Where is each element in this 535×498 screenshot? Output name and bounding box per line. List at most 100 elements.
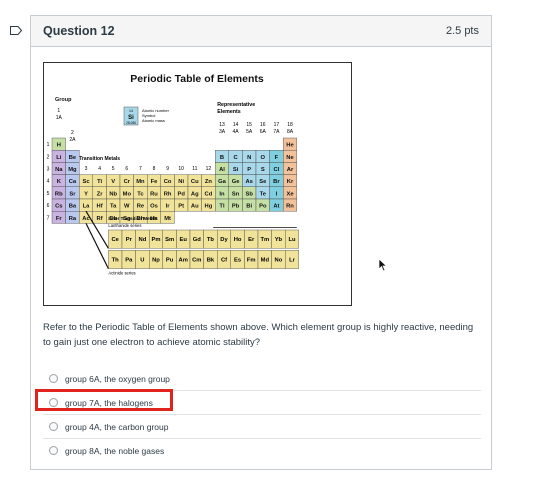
group-number: 13 (219, 122, 225, 128)
element-symbol: Os (150, 204, 158, 210)
element-symbol: Ce (111, 237, 119, 243)
group-number: 5 (112, 166, 115, 172)
element-symbol: Pr (126, 237, 133, 243)
element-symbol: Mn (136, 179, 145, 185)
element-symbol: F (275, 155, 279, 161)
element-symbol: Al (219, 167, 225, 173)
element-symbol: Yb (275, 237, 283, 243)
answer-list: group 6A, the oxygen group group 7A, the … (35, 367, 481, 462)
answer-option[interactable]: group 6A, the oxygen group (43, 367, 481, 390)
element-symbol: Eu (179, 237, 187, 243)
element-symbol: Er (248, 237, 255, 243)
element-symbol: Bi (246, 204, 252, 210)
radio-button[interactable] (49, 422, 58, 431)
element-symbol: Ru (150, 191, 158, 197)
element-symbol: At (273, 204, 279, 210)
element-symbol: Sn (232, 191, 240, 197)
element-symbol: Fr (56, 216, 63, 222)
element-symbol: No (275, 257, 283, 263)
element-symbol: Cl (273, 167, 279, 173)
element-symbol: Te (260, 191, 267, 197)
group-number: 7 (139, 166, 142, 172)
element-symbol: V (111, 179, 115, 185)
element-symbol: Ar (287, 167, 294, 173)
element-symbol: Rn (286, 204, 294, 210)
group-letter: 2A (69, 137, 76, 143)
question-title: Question 12 (43, 24, 115, 38)
element-symbol: Br (273, 179, 280, 185)
element-symbol: Fe (151, 179, 159, 185)
element-symbol: Ne (286, 155, 294, 161)
representative-label: Representative (217, 102, 255, 108)
transition-label: Transition Metals (79, 156, 120, 162)
element-symbol: W (124, 204, 130, 210)
element-symbol: Mo (123, 191, 132, 197)
element-symbol: Pa (125, 257, 133, 263)
period-number: 7 (47, 215, 50, 221)
group-number: 3 (85, 166, 88, 172)
element-symbol: Zn (205, 179, 213, 185)
element-symbol: Li (56, 155, 62, 161)
group-number: 8 (153, 166, 156, 172)
element-symbol: Rh (164, 191, 172, 197)
highlight-box (35, 389, 173, 411)
element-symbol: Ca (69, 179, 77, 185)
element-symbol: Th (112, 257, 120, 263)
element-symbol: Re (137, 204, 145, 210)
element-symbol: U (140, 257, 144, 263)
element-symbol: Fm (247, 257, 256, 263)
element-symbol: Y (84, 191, 88, 197)
question-points: 2.5 pts (445, 25, 479, 37)
periodic-table-image: Periodic Table of Elements Group 1 1A 2 2A 3 4 5… (43, 62, 352, 306)
answer-option[interactable]: group 7A, the halogens (35, 389, 481, 414)
group-letter: 4A (233, 129, 240, 135)
element-symbol: Ag (191, 191, 199, 197)
group-number: 4 (98, 166, 101, 172)
element-symbol: Gd (193, 237, 202, 243)
element-symbol: Ga (218, 179, 227, 185)
element-symbol: Lr (289, 257, 296, 263)
element-symbol: Cr (124, 179, 131, 185)
element-symbol: Cs (55, 204, 62, 210)
group-letter: 7A (273, 129, 280, 135)
legend-mass: 28.086 (126, 121, 136, 125)
element-symbol: Si (233, 167, 239, 173)
group-number: 14 (233, 122, 239, 128)
element-symbol: Sc (82, 179, 90, 185)
element-symbol: Bk (207, 257, 215, 263)
element-symbol: Po (259, 204, 267, 210)
element-symbol: Cd (205, 191, 213, 197)
element-symbol: Co (164, 179, 172, 185)
element-symbol: S (261, 167, 265, 173)
radio-button[interactable] (49, 374, 58, 383)
element-symbol: Mt (164, 216, 171, 222)
legend-number: 14 (129, 109, 133, 113)
element-symbol: Ba (69, 204, 77, 210)
element-symbol: La (83, 204, 91, 210)
element-symbol: Tb (207, 237, 215, 243)
answer-option[interactable]: group 4A, the carbon group (43, 414, 481, 438)
element-symbol: Se (259, 179, 267, 185)
element-symbol: Cf (221, 257, 227, 263)
answer-label: group 8A, the noble gases (65, 445, 165, 456)
element-symbol: Ge (232, 179, 241, 185)
element-symbol: Dy (220, 237, 228, 243)
element-symbol: Kr (287, 179, 294, 185)
element-symbol: In (219, 191, 225, 197)
element-symbol: Ho (234, 237, 242, 243)
element-symbol: Hf (97, 204, 103, 210)
element-symbol: Na (55, 167, 63, 173)
mouse-cursor-icon (378, 258, 388, 277)
actinide-label: Actinide series (108, 271, 135, 276)
group-number: 6 (125, 166, 128, 172)
element-symbol: Cu (191, 179, 199, 185)
radio-button[interactable] (49, 446, 58, 455)
element-symbol: Nd (139, 237, 147, 243)
element-symbol: Nb (109, 191, 117, 197)
group-letter: 6A (260, 129, 267, 135)
element-symbol: Rb (55, 191, 63, 197)
element-symbol: Tl (219, 204, 225, 210)
legend-text: Atomic mass (142, 118, 165, 123)
answer-option[interactable]: group 8A, the noble gases (43, 438, 481, 462)
bookmark-icon[interactable] (10, 22, 23, 40)
